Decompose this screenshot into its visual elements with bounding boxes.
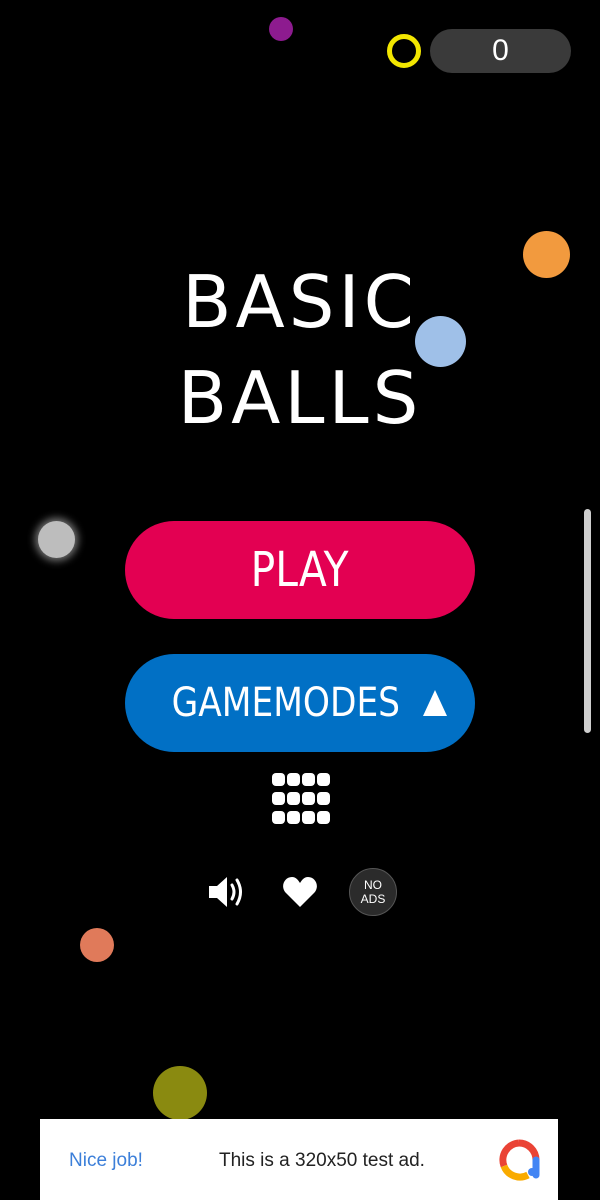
grid-dot (302, 792, 315, 805)
ad-left-text: Nice job! (69, 1150, 143, 1171)
grid-dot (272, 792, 285, 805)
grid-dot (287, 792, 300, 805)
grid-dot (317, 792, 330, 805)
grid-dot (302, 773, 315, 786)
score-value: 0 (492, 34, 509, 67)
grid-dot (272, 811, 285, 824)
grid-dot (302, 811, 315, 824)
game-title-line1: BASIC (182, 260, 418, 344)
game-screen: 0 BASIC BALLS PLAY GAMEMODES NO ADS Nice… (0, 0, 600, 1200)
no-ads-line2: ADS (360, 892, 386, 906)
ad-provider-logo-icon (498, 1139, 540, 1181)
ad-main-text: This is a 320x50 test ad. (219, 1150, 425, 1171)
no-ads-button[interactable]: NO ADS (349, 868, 397, 916)
score-display: 0 (430, 29, 571, 73)
arrow-up-icon (422, 690, 447, 716)
play-button-label: PLAY (251, 542, 349, 598)
gamemodes-button-label: GAMEMODES (171, 680, 401, 726)
sound-on-icon[interactable] (207, 874, 247, 910)
grid-dot (317, 773, 330, 786)
play-button[interactable]: PLAY (125, 521, 475, 619)
grid-dot (317, 811, 330, 824)
decor-ball-olive (153, 1066, 207, 1120)
side-scroll-handle[interactable] (584, 509, 591, 733)
grid-dot (287, 811, 300, 824)
decor-ball-gray (38, 521, 75, 558)
gamemodes-button[interactable]: GAMEMODES (125, 654, 475, 752)
grid-dot (272, 773, 285, 786)
decor-ball-salmon (80, 928, 114, 962)
coin-ring-icon (387, 34, 421, 68)
decor-ball-purple (269, 17, 293, 41)
game-title-line2: BALLS (177, 356, 423, 440)
grid-dot (287, 773, 300, 786)
heart-icon[interactable] (282, 875, 318, 909)
grid-menu-icon[interactable] (272, 773, 330, 829)
ad-banner[interactable]: Nice job! This is a 320x50 test ad. (40, 1119, 558, 1200)
no-ads-line1: NO (364, 878, 382, 892)
